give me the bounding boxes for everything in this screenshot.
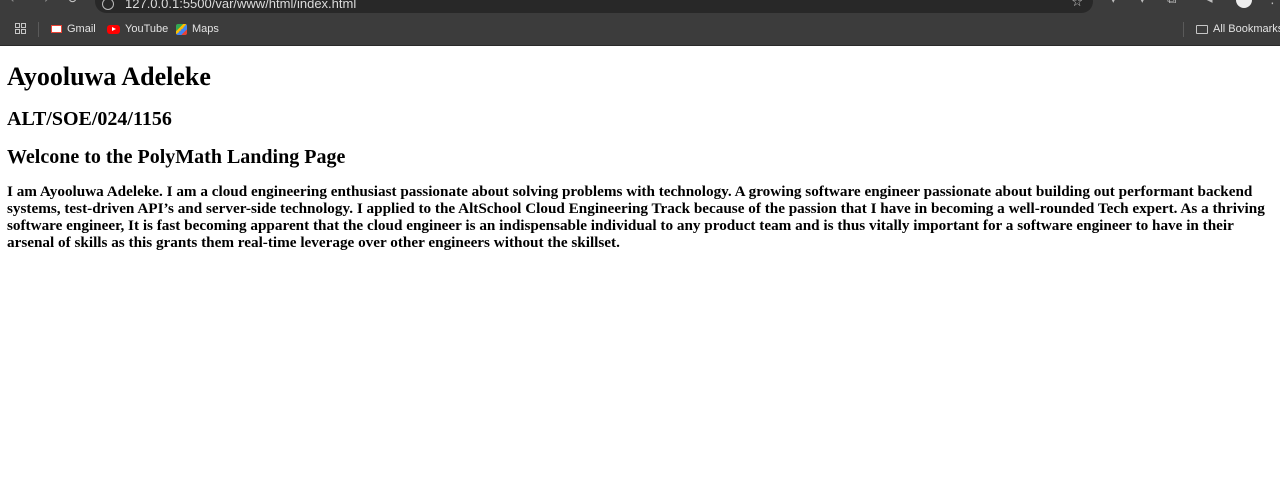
registration-number: ALT/SOE/024/1156: [7, 108, 172, 130]
sidebar-icon[interactable]: ◂: [1206, 0, 1213, 7]
extension-icon[interactable]: ▾: [1110, 0, 1117, 7]
all-bookmarks-label: All Bookmarks: [1213, 23, 1280, 35]
all-bookmarks-button[interactable]: All Bookmarks: [1196, 21, 1280, 37]
gmail-icon: [51, 25, 62, 33]
bookmark-label: Gmail: [67, 23, 96, 35]
page-title: Ayooluwa Adeleke: [7, 62, 211, 91]
maps-icon: [176, 23, 187, 35]
reload-icon[interactable]: ↻: [67, 0, 78, 7]
extension-icon[interactable]: ▾: [1139, 0, 1146, 7]
bookmarks-bar: Gmail YouTube Maps All Bookmarks: [0, 14, 1280, 46]
back-arrow-icon[interactable]: ←: [10, 0, 21, 7]
browser-toolbar: ← → ↻ 127.0.0.1:5500/var/www/html/index.…: [0, 0, 1280, 14]
url-text[interactable]: 127.0.0.1:5500/var/www/html/index.html: [125, 0, 356, 11]
page-content: Ayooluwa Adeleke ALT/SOE/024/1156 Welcon…: [0, 46, 1280, 479]
bookmark-star-icon[interactable]: ☆: [1071, 0, 1083, 10]
bio-paragraph: I am Ayooluwa Adeleke. I am a cloud engi…: [7, 183, 1265, 251]
folder-icon: [1196, 24, 1208, 34]
forward-arrow-icon[interactable]: →: [38, 0, 49, 7]
menu-icon[interactable]: ⋮: [1266, 0, 1279, 7]
bookmark-maps[interactable]: Maps: [176, 21, 219, 37]
youtube-icon: [107, 24, 120, 34]
address-bar[interactable]: 127.0.0.1:5500/var/www/html/index.html ☆: [95, 0, 1093, 13]
bookmark-label: Maps: [192, 23, 219, 35]
site-info-icon[interactable]: [102, 0, 114, 10]
bookmark-label: YouTube: [125, 23, 169, 35]
profile-avatar[interactable]: [1236, 0, 1252, 8]
puzzle-icon[interactable]: ⧉: [1167, 0, 1176, 7]
divider: [38, 22, 39, 37]
divider: [1183, 22, 1184, 37]
welcome-heading: Welcone to the PolyMath Landing Page: [7, 146, 346, 168]
bookmark-youtube[interactable]: YouTube: [107, 21, 168, 37]
bookmark-gmail[interactable]: Gmail: [51, 21, 96, 37]
apps-grid-icon[interactable]: [15, 23, 26, 34]
